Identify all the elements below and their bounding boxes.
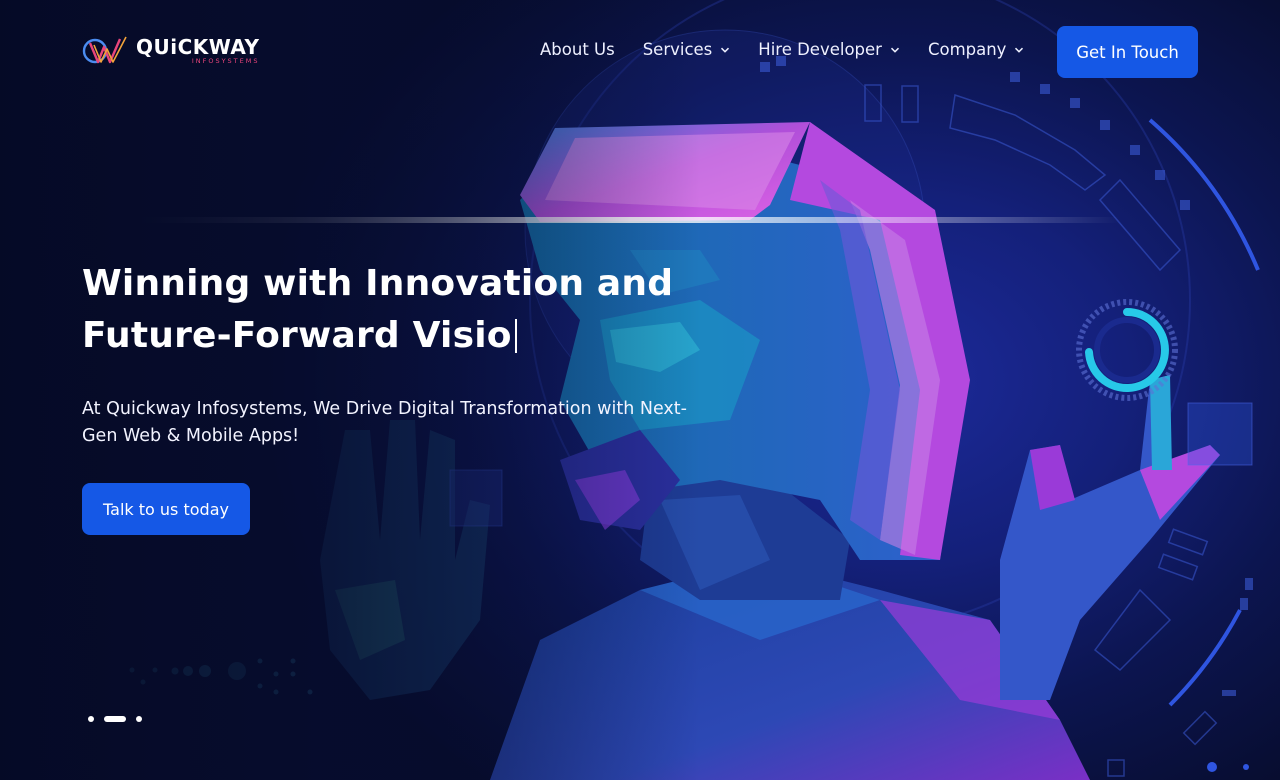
slider-dot-active[interactable] (104, 716, 126, 722)
slider-pagination (88, 716, 142, 722)
quickway-logo-icon (82, 36, 127, 64)
chevron-down-icon (1015, 47, 1024, 53)
typing-cursor (514, 319, 517, 353)
brand-logo[interactable]: QUiCKWAY INFOSYSTEMS (82, 34, 259, 68)
nav-item-about-us[interactable]: About Us (540, 40, 615, 59)
nav-item-label: Hire Developer (758, 40, 882, 59)
talk-to-us-button[interactable]: Talk to us today (82, 483, 250, 535)
nav-item-services[interactable]: Services (643, 40, 731, 59)
chevron-down-icon (721, 47, 730, 53)
nav-item-label: Services (642, 40, 713, 59)
top-navigation: QUiCKWAY INFOSYSTEMS About Us Services H… (0, 0, 1280, 104)
chevron-down-icon (890, 47, 899, 53)
hero-subtitle: At Quickway Infosystems, We Drive Digita… (82, 399, 687, 446)
get-in-touch-button[interactable]: Get In Touch (1057, 26, 1198, 78)
nav-item-label: Company (927, 40, 1007, 59)
nav-item-hire-developer[interactable]: Hire Developer (758, 40, 900, 59)
nav-item-company[interactable]: Company (928, 40, 1025, 59)
headline-line-1: Winning with Innovation and (82, 263, 674, 304)
brand-name: QUiCKWAY (136, 35, 260, 60)
brand-tagline: INFOSYSTEMS (191, 57, 260, 66)
slider-dot[interactable] (136, 716, 142, 722)
main-menu: About Us Services Hire Developer Company (540, 40, 1024, 59)
hero-banner: QUiCKWAY INFOSYSTEMS About Us Services H… (0, 0, 1280, 780)
hero-content: Winning with Innovation and Future-Forwa… (82, 258, 722, 535)
nav-item-label: About Us (540, 40, 615, 59)
headline-line-2: Future-Forward Visio (82, 315, 512, 356)
slider-dot[interactable] (88, 716, 94, 722)
hero-headline: Winning with Innovation and Future-Forwa… (82, 258, 722, 362)
